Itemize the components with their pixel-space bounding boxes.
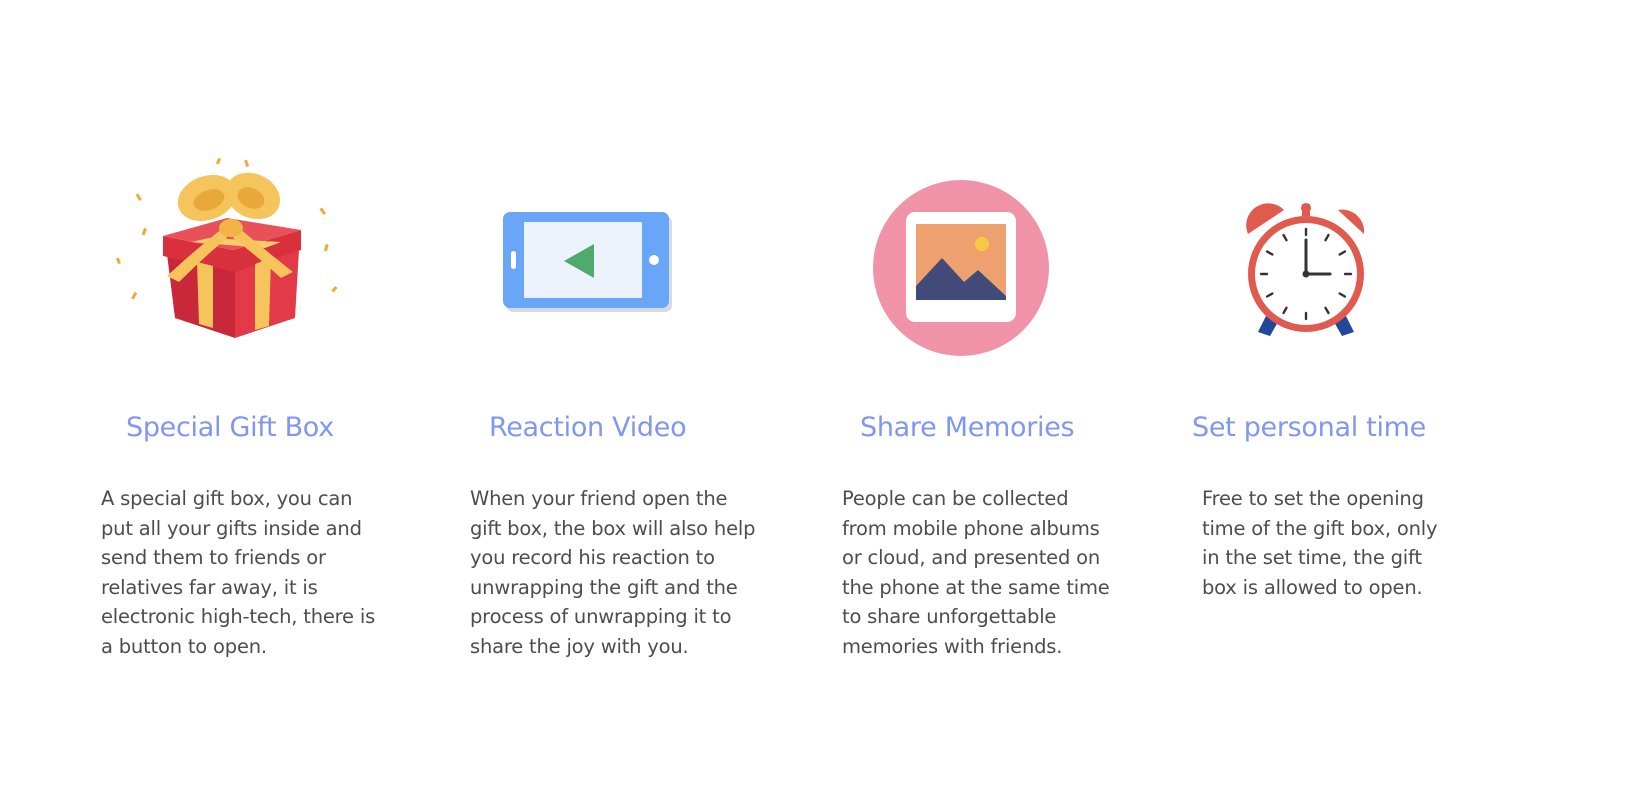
description-line: electronic high-tech, there is [101, 605, 376, 628]
description-line: When your friend open the [470, 487, 728, 510]
description-line: process of unwrapping it to [470, 605, 732, 628]
description-line: or cloud, and presented on [842, 546, 1101, 569]
description-line: the phone at the same time [842, 575, 1110, 599]
feature-description: When your friend open the gift box, the … [470, 484, 755, 661]
photo-icon [860, 150, 1120, 360]
description-line: unwrapping the gift and the [470, 575, 738, 599]
description-line: A special gift box, you can [101, 487, 353, 510]
description-line: People can be collected [842, 487, 1069, 510]
gift-box-icon [105, 150, 365, 360]
feature-description: Free to set the opening time of the gift… [1202, 484, 1438, 602]
description-line: gift box, the box will also help [470, 516, 756, 540]
description-line: you record his reaction to [470, 546, 715, 569]
description-line: relatives far away, it is [101, 575, 318, 599]
feature-title: Set personal time [1192, 412, 1426, 443]
feature-title: Share Memories [860, 412, 1075, 443]
description-line: put all your gifts inside and [101, 516, 362, 540]
feature-description: A special gift box, you can put all your… [101, 484, 375, 661]
alarm-clock-icon [1226, 150, 1486, 360]
phone-video-icon [490, 150, 750, 360]
description-line: from mobile phone albums [842, 516, 1100, 540]
description-line: time of the gift box, only [1202, 516, 1438, 540]
description-line: send them to friends or [101, 546, 326, 569]
feature-description: People can be collected from mobile phon… [842, 484, 1110, 661]
description-line: to share unforgettable [842, 605, 1057, 628]
description-line: memories with friends. [842, 634, 1063, 658]
description-line: a button to open. [101, 634, 267, 658]
description-line: share the joy with you. [470, 634, 689, 658]
feature-title: Reaction Video [489, 412, 687, 443]
description-line: Free to set the opening [1202, 487, 1424, 510]
description-line: box is allowed to open. [1202, 575, 1423, 599]
description-line: in the set time, the gift [1202, 546, 1422, 569]
feature-title: Special Gift Box [126, 412, 334, 443]
